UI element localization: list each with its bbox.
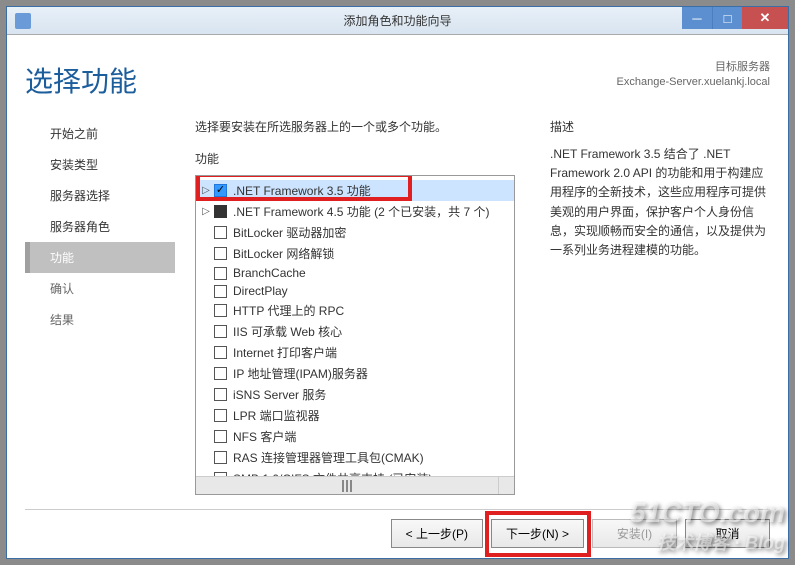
checkbox[interactable] [214, 205, 227, 218]
next-button-wrap: 下一步(N) > [491, 519, 584, 548]
sidebar-item-3[interactable]: 服务器角色 [25, 211, 175, 242]
feature-label: IP 地址管理(IPAM)服务器 [233, 365, 368, 382]
checkbox[interactable] [214, 367, 227, 380]
wizard-window: 添加角色和功能向导 ─ □ ✕ 选择功能 目标服务器 Exchange-Serv… [6, 6, 789, 559]
page-title: 选择功能 [25, 60, 137, 100]
feature-item-9[interactable]: IP 地址管理(IPAM)服务器 [196, 363, 514, 384]
horizontal-scrollbar[interactable] [196, 476, 498, 494]
checkbox[interactable] [214, 451, 227, 464]
feature-label: .NET Framework 4.5 功能 (2 个已安装，共 7 个) [233, 203, 489, 220]
maximize-button[interactable]: □ [712, 7, 742, 29]
checkbox[interactable] [214, 226, 227, 239]
app-icon [15, 13, 31, 29]
center-pane: 选择要安装在所选服务器上的一个或多个功能。 功能 ▷ .NET Framework… [175, 118, 550, 495]
feature-item-13[interactable]: RAS 连接管理器管理工具包(CMAK) [196, 447, 514, 468]
checkbox[interactable] [214, 304, 227, 317]
checkbox[interactable] [214, 346, 227, 359]
target-server-info: 目标服务器 Exchange-Server.xuelankj.local [617, 60, 770, 91]
feature-item-8[interactable]: Internet 打印客户端 [196, 342, 514, 363]
feature-label: .NET Framework 3.5 功能 [233, 182, 371, 199]
sidebar-item-5[interactable]: 确认 [25, 273, 175, 304]
wizard-sidebar: 开始之前安装类型服务器选择服务器角色功能确认结果 [25, 118, 175, 495]
features-list[interactable]: ▷ .NET Framework 3.5 功能 ▷ .NET Framework 4.… [196, 176, 514, 476]
feature-item-11[interactable]: LPR 端口监视器 [196, 405, 514, 426]
previous-button[interactable]: < 上一步(P) [391, 519, 483, 548]
divider [25, 509, 770, 510]
target-server-name: Exchange-Server.xuelankj.local [617, 75, 770, 90]
instruction-text: 选择要安装在所选服务器上的一个或多个功能。 [195, 118, 530, 135]
checkbox[interactable] [214, 267, 227, 280]
scrollbar-thumb[interactable] [327, 480, 367, 492]
scrollbar-corner [498, 476, 514, 494]
feature-item-6[interactable]: HTTP 代理上的 RPC [196, 300, 514, 321]
checkbox[interactable] [214, 247, 227, 260]
feature-label: DirectPlay [233, 284, 288, 298]
feature-label: BitLocker 网络解锁 [233, 245, 334, 262]
install-button[interactable]: 安装(I) [592, 519, 677, 548]
sidebar-item-6[interactable]: 结果 [25, 304, 175, 335]
feature-item-5[interactable]: DirectPlay [196, 282, 514, 300]
feature-item-10[interactable]: iSNS Server 服务 [196, 384, 514, 405]
window-controls: ─ □ ✕ [682, 7, 788, 34]
feature-item-0[interactable]: ▷ .NET Framework 3.5 功能 [196, 180, 514, 201]
checkbox[interactable] [214, 325, 227, 338]
button-bar: < 上一步(P) 下一步(N) > 安装(I) 取消 [391, 519, 770, 548]
checkbox[interactable] [214, 430, 227, 443]
target-label: 目标服务器 [617, 60, 770, 75]
feature-item-12[interactable]: NFS 客户端 [196, 426, 514, 447]
feature-item-7[interactable]: IIS 可承载 Web 核心 [196, 321, 514, 342]
feature-label: Internet 打印客户端 [233, 344, 337, 361]
minimize-button[interactable]: ─ [682, 7, 712, 29]
checkbox[interactable] [214, 388, 227, 401]
feature-label: LPR 端口监视器 [233, 407, 320, 424]
feature-item-4[interactable]: BranchCache [196, 264, 514, 282]
feature-item-1[interactable]: ▷ .NET Framework 4.5 功能 (2 个已安装，共 7 个) [196, 201, 514, 222]
feature-label: HTTP 代理上的 RPC [233, 302, 344, 319]
checkbox[interactable] [214, 409, 227, 422]
close-button[interactable]: ✕ [742, 7, 788, 29]
sidebar-item-4[interactable]: 功能 [25, 242, 175, 273]
description-label: 描述 [550, 118, 770, 135]
feature-item-2[interactable]: BitLocker 驱动器加密 [196, 222, 514, 243]
expand-icon[interactable]: ▷ [200, 185, 212, 196]
feature-label: NFS 客户端 [233, 428, 296, 445]
titlebar: 添加角色和功能向导 ─ □ ✕ [7, 7, 788, 35]
feature-item-14[interactable]: SMB 1.0/CIFS 文件共享支持 (已安装) [196, 468, 514, 476]
feature-label: BitLocker 驱动器加密 [233, 224, 346, 241]
sidebar-item-2[interactable]: 服务器选择 [25, 180, 175, 211]
feature-label: IIS 可承载 Web 核心 [233, 323, 342, 340]
checkbox[interactable] [214, 184, 227, 197]
next-button[interactable]: 下一步(N) > [491, 519, 584, 548]
main-area: 开始之前安装类型服务器选择服务器角色功能确认结果 选择要安装在所选服务器上的一个… [25, 118, 770, 495]
expand-icon[interactable]: ▷ [200, 206, 212, 217]
page-header: 选择功能 目标服务器 Exchange-Server.xuelankj.loca… [25, 60, 770, 100]
content-area: 选择功能 目标服务器 Exchange-Server.xuelankj.loca… [7, 35, 788, 510]
features-listbox: ▷ .NET Framework 3.5 功能 ▷ .NET Framework 4.… [195, 175, 515, 495]
features-label: 功能 [195, 150, 530, 167]
cancel-button[interactable]: 取消 [685, 519, 770, 548]
feature-label: BranchCache [233, 266, 306, 280]
window-title: 添加角色和功能向导 [343, 12, 451, 29]
description-pane: 描述 .NET Framework 3.5 结合了 .NET Framework… [550, 118, 770, 495]
sidebar-item-1[interactable]: 安装类型 [25, 149, 175, 180]
feature-item-3[interactable]: BitLocker 网络解锁 [196, 243, 514, 264]
description-text: .NET Framework 3.5 结合了 .NET Framework 2.… [550, 145, 770, 260]
feature-label: RAS 连接管理器管理工具包(CMAK) [233, 449, 424, 466]
feature-label: iSNS Server 服务 [233, 386, 326, 403]
checkbox[interactable] [214, 285, 227, 298]
sidebar-item-0[interactable]: 开始之前 [25, 118, 175, 149]
